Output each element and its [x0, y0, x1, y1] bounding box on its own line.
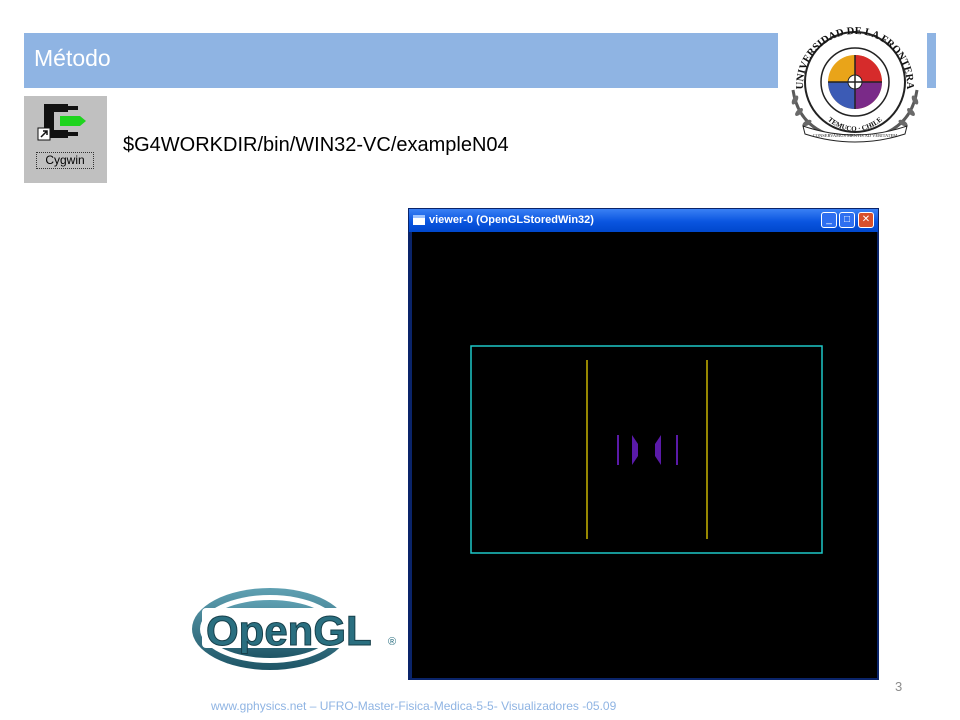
opengl-canvas[interactable]: [412, 232, 877, 678]
window-app-icon[interactable]: [413, 215, 425, 225]
cygwin-label: Cygwin: [36, 152, 94, 169]
footer-text: www.gphysics.net – UFRO-Master-Fisica-Me…: [211, 699, 617, 713]
viewer-title: viewer-0 (OpenGLStoredWin32): [429, 214, 594, 226]
svg-text:OpenGL: OpenGL: [206, 607, 372, 654]
slide-title-bar: Método: [24, 33, 778, 88]
cygwin-icon: [37, 104, 86, 141]
command-path: $G4WORKDIR/bin/WIN32-VC/exampleN04: [123, 134, 509, 156]
geometry-scene: [470, 345, 823, 554]
target-element: [632, 435, 638, 465]
svg-text:®: ®: [388, 636, 396, 648]
maximize-button[interactable]: □: [839, 212, 855, 228]
world-volume: [470, 345, 823, 554]
svg-text:CONSERVAMUS MENTIS AD VERITATE: CONSERVAMUS MENTIS AD VERITATEM: [813, 133, 898, 138]
viewer-window[interactable]: viewer-0 (OpenGLStoredWin32) _ □ ✕: [408, 208, 879, 680]
target-element: [655, 435, 661, 465]
minimize-button[interactable]: _: [821, 212, 837, 228]
slide-title: Método: [34, 45, 111, 71]
viewer-titlebar[interactable]: viewer-0 (OpenGLStoredWin32) _ □ ✕: [409, 209, 878, 232]
opengl-logo: OpenGL ®: [192, 588, 396, 670]
slide-number: 3: [895, 679, 903, 694]
university-seal-logo: UNIVERSIDAD DE LA FRONTERA TEMUCO · CHIL…: [791, 26, 919, 143]
cygwin-shortcut[interactable]: Cygwin: [24, 96, 107, 183]
close-button[interactable]: ✕: [858, 212, 874, 228]
